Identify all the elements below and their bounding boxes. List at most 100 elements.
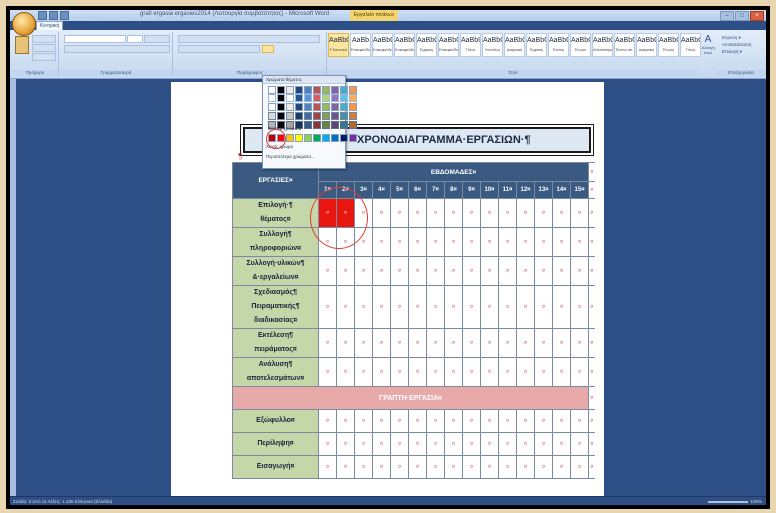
week-cell[interactable]: ¤ [462,285,481,329]
task-name[interactable]: Εισαγωγή¤ [232,455,319,479]
theme-shade-swatch[interactable] [331,121,339,129]
task-name[interactable]: Ανάλυση¶ αποτελεσμάτων¤ [232,357,319,387]
week-cell[interactable]: ¤ [480,357,499,387]
week-cell[interactable]: ¤ [516,198,535,228]
week-cell[interactable]: ¤ [569,455,590,479]
week-cell[interactable]: ¤ [462,409,481,433]
week-cell[interactable]: ¤ [372,432,391,456]
week-cell[interactable]: ¤ [569,357,590,387]
replace-button[interactable]: Αντικατάσταση [722,41,751,48]
week-cell[interactable]: ¤ [426,328,445,358]
week-cell[interactable]: ¤ [516,328,535,358]
week-cell[interactable]: ¤ [569,256,590,286]
week-cell[interactable]: ¤ [408,198,427,228]
task-name[interactable]: Περίληψη¤ [232,432,319,456]
week-cell[interactable]: ¤ [480,432,499,456]
theme-shade-swatch[interactable] [268,112,276,120]
week-cell[interactable]: ¤ [318,432,337,456]
theme-shade-swatch[interactable] [349,121,357,129]
redo-icon[interactable] [60,11,69,20]
week-cell[interactable]: ¤ [318,455,337,479]
week-cell[interactable]: ¤ [498,409,517,433]
week-cell[interactable]: ¤ [552,455,571,479]
standard-color-swatch[interactable] [304,134,312,142]
week-cell[interactable]: ¤ [552,285,571,329]
zoom-slider[interactable] [708,500,749,503]
paste-icon[interactable] [15,36,29,54]
week-cell[interactable]: ¤ [426,455,445,479]
week-cell[interactable]: ¤ [336,256,355,286]
week-cell[interactable]: ¤ [462,328,481,358]
week-cell[interactable]: ¤ [390,198,409,228]
week-cell[interactable]: ¤ [408,285,427,329]
list-buttons[interactable] [178,35,320,43]
week-cell[interactable]: ¤ [462,227,481,257]
week-cell[interactable]: ¤ [390,328,409,358]
week-cell[interactable]: ¤ [516,357,535,387]
week-cell[interactable]: ¤ [354,328,373,358]
week-cell[interactable]: ¤ [480,328,499,358]
week-cell[interactable]: ¤ [569,227,590,257]
undo-icon[interactable] [49,11,58,20]
theme-color-swatch[interactable] [313,86,321,94]
week-cell[interactable]: ¤ [354,432,373,456]
grow-shrink-buttons[interactable] [144,35,170,43]
find-button[interactable]: Εύρεση ▾ [722,34,751,41]
week-cell[interactable]: ¤ [462,198,481,228]
copy-button[interactable] [32,44,56,52]
week-cell[interactable]: ¤ [498,256,517,286]
week-cell[interactable]: ¤ [354,357,373,387]
shading-button[interactable] [262,45,274,53]
theme-shade-swatch[interactable] [295,94,303,102]
week-cell[interactable]: ¤ [408,328,427,358]
theme-shade-swatch[interactable] [286,94,294,102]
week-cell[interactable]: ¤ [516,227,535,257]
change-styles-button[interactable]: A Αλλαγή στυλ [699,34,717,60]
theme-shade-swatch[interactable] [322,94,330,102]
theme-shade-swatch[interactable] [304,103,312,111]
theme-shade-swatch[interactable] [277,103,285,111]
theme-shade-swatch[interactable] [322,103,330,111]
week-cell[interactable]: ¤ [372,285,391,329]
week-cell[interactable]: ¤ [372,328,391,358]
theme-shade-swatch[interactable] [304,94,312,102]
theme-shade-swatch[interactable] [313,94,321,102]
week-cell[interactable]: ¤ [444,409,463,433]
week-cell[interactable]: ¤ [444,357,463,387]
week-cell[interactable]: ¤ [498,227,517,257]
week-cell[interactable]: ¤ [408,409,427,433]
week-cell[interactable]: ¤ [569,198,590,228]
week-cell[interactable]: ¤ [462,455,481,479]
week-cell[interactable]: ¤ [534,198,553,228]
week-cell[interactable]: ¤ [498,432,517,456]
theme-shade-swatch[interactable] [277,94,285,102]
tab-review[interactable]: Αναθεώρηση [240,21,275,30]
week-cell[interactable]: ¤ [390,409,409,433]
standard-color-swatch[interactable] [331,134,339,142]
theme-shade-swatch[interactable] [340,112,348,120]
week-cell[interactable]: ¤ [569,285,590,329]
week-cell[interactable]: ¤ [318,328,337,358]
theme-shade-swatch[interactable] [349,103,357,111]
week-cell[interactable]: ¤ [408,357,427,387]
maximize-button[interactable]: □ [735,11,749,21]
tab-insert[interactable]: Εισαγωγή [67,21,95,30]
week-cell[interactable]: ¤ [462,256,481,286]
theme-shade-swatch[interactable] [295,112,303,120]
week-cell[interactable]: ¤ [552,198,571,228]
theme-shade-swatch[interactable] [340,103,348,111]
week-cell[interactable]: ¤ [408,455,427,479]
theme-shade-swatch[interactable] [340,121,348,129]
theme-shade-swatch[interactable] [286,103,294,111]
tab-page-layout[interactable]: Διάταξη σελίδας [99,21,141,30]
week-cell[interactable]: ¤ [444,328,463,358]
task-name[interactable]: Εξώφυλλο¤ [232,409,319,433]
theme-shade-swatch[interactable] [295,103,303,111]
week-cell[interactable]: ¤ [552,256,571,286]
theme-shade-swatch[interactable] [313,121,321,129]
week-cell[interactable]: ¤ [534,328,553,358]
cut-button[interactable] [32,35,56,43]
week-cell[interactable]: ¤ [480,455,499,479]
week-cell[interactable]: ¤ [444,227,463,257]
alignment-buttons[interactable] [178,45,260,53]
